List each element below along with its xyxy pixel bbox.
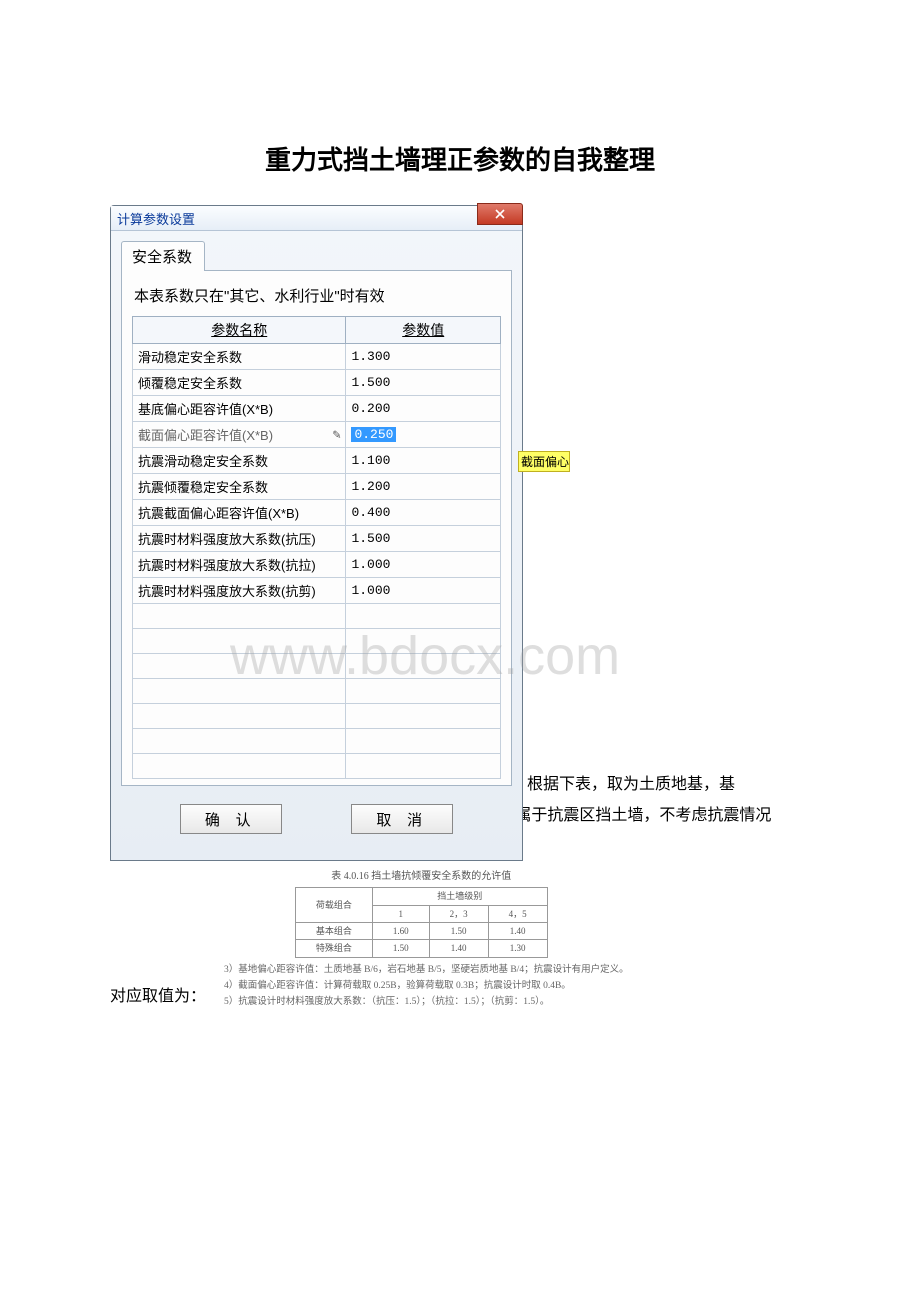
table-row[interactable]: 抗震滑动稳定安全系数 1.100: [133, 448, 501, 474]
spec-excerpt: 2）倾覆稳定安全系数【水工挡土墙设计规范，P10（纸版 3.2.12）】 表 4…: [214, 847, 629, 1010]
table-row[interactable]: 滑动稳定安全系数 1.300: [133, 344, 501, 370]
selected-param-name: 截面偏心距容许值(X*B): [138, 428, 273, 443]
paragraph-2-label: 对应取值为：: [110, 982, 206, 1006]
col-value-header: 参数值: [346, 317, 501, 344]
table-row: [133, 604, 501, 629]
cancel-button[interactable]: 取 消: [351, 804, 453, 834]
figure-following-text: 根据下表，取为土质地基，基: [527, 772, 735, 798]
tooltip-badge: 截面偏心距: [518, 451, 570, 472]
col-name-header: 参数名称: [133, 317, 346, 344]
dialog-note: 本表系数只在"其它、水利行业"时有效: [134, 285, 501, 306]
table-row: [133, 679, 501, 704]
table-row[interactable]: 抗震倾覆稳定安全系数 1.200: [133, 474, 501, 500]
dialog-title: 计算参数设置: [117, 209, 195, 228]
table-row: [133, 704, 501, 729]
table-row[interactable]: 抗震截面偏心距容许值(X*B) 0.400: [133, 500, 501, 526]
spec-table-title: 表 4.0.16 挡土墙抗倾覆安全系数的允许值: [214, 869, 629, 885]
table-row: [133, 629, 501, 654]
params-table: 参数名称 参数值 滑动稳定安全系数 1.300 倾覆稳定安全: [132, 316, 501, 779]
spec-note: 3）基地偏心距容许值：土质地基 B/6，岩石地基 B/5，坚硬岩质地基 B/4；…: [224, 962, 629, 978]
spec-th-level: 挡土墙级别: [372, 888, 547, 905]
ok-button[interactable]: 确 认: [180, 804, 282, 834]
spec-row: 基本组合 1.60 1.50 1.40: [295, 922, 547, 939]
table-row: [133, 754, 501, 779]
table-row[interactable]: 抗震时材料强度放大系数(抗压) 1.500: [133, 526, 501, 552]
spec-table: 荷载组合 挡土墙级别 1 2，3 4，5 基本组合 1.60 1.50 1.40…: [295, 887, 548, 958]
selected-value-input[interactable]: 0.250: [351, 427, 396, 442]
table-row: [133, 654, 501, 679]
spec-th-combo: 荷载组合: [295, 888, 372, 923]
table-row-selected[interactable]: 截面偏心距容许值(X*B) ✎ 0.250: [133, 422, 501, 448]
spec-note: 4）截面偏心距容许值：计算荷载取 0.25B，验算荷载取 0.3B；抗震设计时取…: [224, 978, 629, 994]
table-row: [133, 729, 501, 754]
dialog-titlebar: 计算参数设置: [111, 206, 522, 231]
dialog-screenshot: 计算参数设置 安全系数 本表系数只在"其它、水利行业"时有效: [110, 205, 523, 800]
table-row[interactable]: 抗震时材料强度放大系数(抗剪) 1.000: [133, 578, 501, 604]
table-row[interactable]: 抗震时材料强度放大系数(抗拉) 1.000: [133, 552, 501, 578]
close-button[interactable]: [477, 203, 523, 225]
edit-cursor-icon: ✎: [332, 428, 341, 441]
doc-title: 重力式挡土墙理正参数的自我整理: [110, 140, 810, 177]
spec-row: 特殊组合 1.50 1.40 1.30: [295, 940, 547, 957]
close-icon: [495, 209, 505, 219]
table-row[interactable]: 基底偏心距容许值(X*B) 0.200: [133, 396, 501, 422]
tab-safety-factor[interactable]: 安全系数: [121, 241, 205, 271]
spec-note: 5）抗震设计时材料强度放大系数：（抗压：1.5）；（抗拉：1.5）；（抗剪：1.…: [224, 994, 629, 1010]
table-row[interactable]: 倾覆稳定安全系数 1.500: [133, 370, 501, 396]
